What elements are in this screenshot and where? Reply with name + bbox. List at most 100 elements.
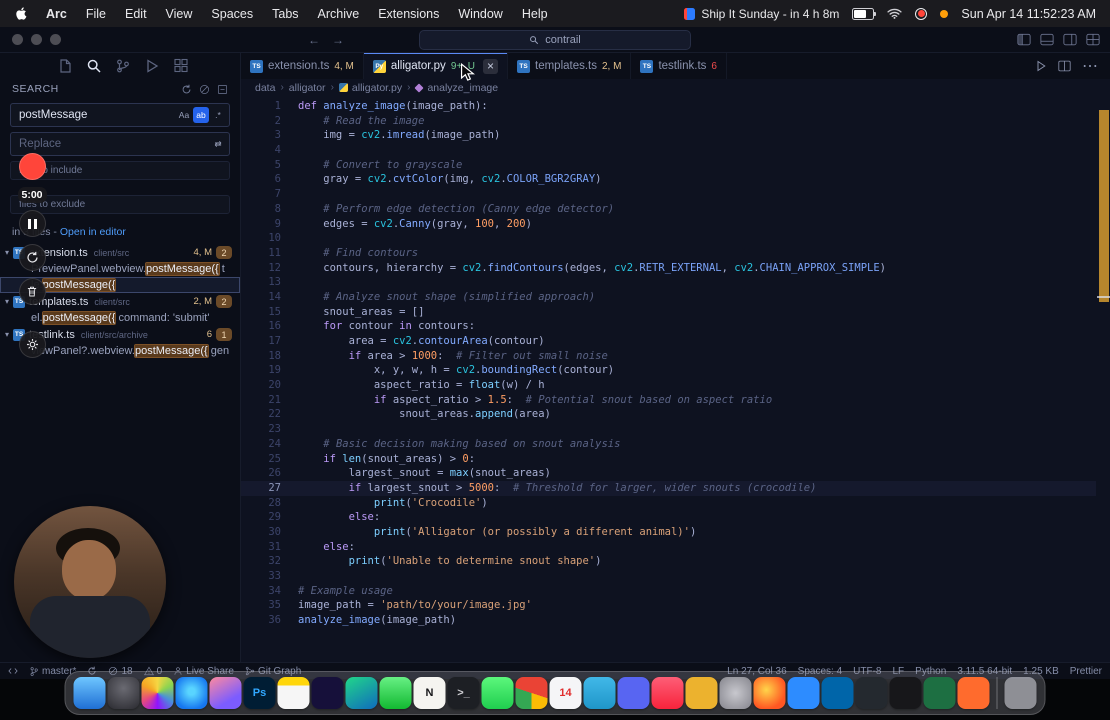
- tab-testlink.ts[interactable]: TS testlink.ts 6: [631, 53, 727, 79]
- dock-slack-icon[interactable]: [685, 677, 718, 709]
- code-line[interactable]: 15 snout_areas = []: [241, 305, 1096, 320]
- delete-recording-button[interactable]: [18, 278, 46, 305]
- dock-photos-icon[interactable]: [141, 677, 174, 709]
- dock-vscode-icon[interactable]: [821, 677, 854, 709]
- line-number[interactable]: 5: [241, 158, 298, 173]
- line-number[interactable]: 29: [241, 510, 298, 525]
- tab-alligator.py[interactable]: Py alligator.py 9+, U ×: [363, 53, 508, 79]
- regex-toggle[interactable]: .*: [210, 107, 226, 123]
- code-line[interactable]: 24 # Basic decision making based on snou…: [241, 437, 1096, 452]
- stop-recording-button[interactable]: [18, 153, 46, 180]
- dock-notion-icon[interactable]: N: [413, 677, 446, 709]
- close-tab-icon[interactable]: ×: [483, 58, 498, 74]
- dock-github-icon[interactable]: [855, 677, 888, 709]
- pause-recording-button[interactable]: [18, 210, 46, 237]
- dock-arc-icon[interactable]: [209, 677, 242, 709]
- search-input[interactable]: [17, 108, 175, 122]
- code-line[interactable]: 5 # Convert to grayscale: [241, 158, 1096, 173]
- close-window-button[interactable]: [12, 34, 23, 45]
- dock-music-icon[interactable]: [651, 677, 684, 709]
- dock-safari-icon[interactable]: [175, 677, 208, 709]
- screen-recording-indicator-icon[interactable]: [915, 7, 928, 20]
- code-line[interactable]: 18 if area > 1000: # Filter out small no…: [241, 349, 1096, 364]
- dock-excel-icon[interactable]: [923, 677, 956, 709]
- code-editor[interactable]: 1 def analyze_image(image_path): 2 # Read …: [241, 96, 1110, 662]
- replace-input[interactable]: [17, 137, 209, 151]
- replace-all-icon[interactable]: ⇄: [210, 136, 226, 152]
- breadcrumb-item[interactable]: data: [255, 82, 275, 94]
- menu-edit[interactable]: Edit: [125, 7, 147, 21]
- code-line[interactable]: 32 print('Unable to determine snout shap…: [241, 554, 1096, 569]
- code-line[interactable]: 17 area = cv2.contourArea(contour): [241, 334, 1096, 349]
- toggle-secondary-sidebar-icon[interactable]: [1063, 33, 1077, 46]
- menu-help[interactable]: Help: [522, 7, 548, 21]
- code-line[interactable]: 33: [241, 569, 1096, 584]
- files-to-include-input[interactable]: [17, 164, 223, 177]
- line-number[interactable]: 34: [241, 584, 298, 599]
- dock-telegram-icon[interactable]: [583, 677, 616, 709]
- line-number[interactable]: 14: [241, 290, 298, 305]
- dock-notes-icon[interactable]: [277, 677, 310, 709]
- code-line[interactable]: 34 # Example usage: [241, 584, 1096, 599]
- menu-arc[interactable]: Arc: [46, 7, 67, 21]
- collapse-all-icon[interactable]: [217, 84, 228, 95]
- line-number[interactable]: 9: [241, 217, 298, 232]
- more-actions-icon[interactable]: ⋯: [1082, 56, 1098, 76]
- command-center[interactable]: contrail: [419, 30, 691, 50]
- code-line[interactable]: 8 # Perform edge detection (Canny edge d…: [241, 202, 1096, 217]
- code-line[interactable]: 2 # Read the image: [241, 114, 1096, 129]
- source-control-icon[interactable]: [114, 58, 131, 75]
- line-number[interactable]: 30: [241, 525, 298, 540]
- code-line[interactable]: 36 analyze_image(image_path): [241, 613, 1096, 628]
- line-number[interactable]: 1: [241, 99, 298, 114]
- line-number[interactable]: 36: [241, 613, 298, 628]
- code-line[interactable]: 26 largest_snout = max(snout_areas): [241, 466, 1096, 481]
- line-number[interactable]: 28: [241, 496, 298, 511]
- dock-tv-icon[interactable]: [889, 677, 922, 709]
- menu-view[interactable]: View: [166, 7, 193, 21]
- code-line[interactable]: 25 if len(snout_areas) > 0:: [241, 452, 1096, 467]
- customize-layout-icon[interactable]: [1086, 33, 1100, 46]
- refresh-search-icon[interactable]: [181, 84, 192, 95]
- status-formatter[interactable]: Prettier: [1070, 666, 1102, 677]
- minimize-window-button[interactable]: [31, 34, 42, 45]
- line-number[interactable]: 8: [241, 202, 298, 217]
- line-number[interactable]: 17: [241, 334, 298, 349]
- run-debug-icon[interactable]: [143, 58, 160, 75]
- code-line[interactable]: 30 print('Alligator (or possibly a diffe…: [241, 525, 1096, 540]
- menu-archive[interactable]: Archive: [318, 7, 360, 21]
- line-number[interactable]: 2: [241, 114, 298, 129]
- code-line[interactable]: 28 print('Crocodile'): [241, 496, 1096, 511]
- dock-chrome-icon[interactable]: [515, 677, 548, 709]
- toggle-primary-sidebar-icon[interactable]: [1017, 33, 1031, 46]
- dock-photoshop-icon[interactable]: Ps: [243, 677, 276, 709]
- code-line[interactable]: 4: [241, 143, 1096, 158]
- match-case-toggle[interactable]: Aa: [176, 107, 192, 123]
- dock-finder-icon[interactable]: [73, 677, 106, 709]
- open-in-editor-link[interactable]: Open in editor: [60, 226, 126, 238]
- code-line[interactable]: 29 else:: [241, 510, 1096, 525]
- dock-pycharm-icon[interactable]: [345, 677, 378, 709]
- battery-icon[interactable]: [852, 7, 877, 20]
- dock-whatsapp-icon[interactable]: [481, 677, 514, 709]
- recorder-settings-button[interactable]: [18, 331, 46, 358]
- line-number[interactable]: 22: [241, 407, 298, 422]
- code-line[interactable]: 11 # Find contours: [241, 246, 1096, 261]
- dock-firefox-icon[interactable]: [753, 677, 786, 709]
- dock-terminal-icon[interactable]: >_: [447, 677, 480, 709]
- tab-extension.ts[interactable]: TS extension.ts 4, M: [241, 53, 364, 79]
- line-number[interactable]: 35: [241, 598, 298, 613]
- line-number[interactable]: 25: [241, 452, 298, 467]
- code-line[interactable]: 7: [241, 187, 1096, 202]
- dock-system-settings-icon[interactable]: [719, 677, 752, 709]
- dock-launchpad-icon[interactable]: [107, 677, 140, 709]
- dock-discord-icon[interactable]: [617, 677, 650, 709]
- dock-facetime-icon[interactable]: [379, 677, 412, 709]
- files-to-exclude-input[interactable]: [17, 198, 223, 211]
- dock-davinci-icon[interactable]: [957, 677, 990, 709]
- breadcrumb-item[interactable]: alligator: [289, 82, 326, 94]
- apple-menu-icon[interactable]: [14, 6, 30, 22]
- line-number[interactable]: 31: [241, 540, 298, 555]
- code-line[interactable]: 20 aspect_ratio = float(w) / h: [241, 378, 1096, 393]
- line-number[interactable]: 16: [241, 319, 298, 334]
